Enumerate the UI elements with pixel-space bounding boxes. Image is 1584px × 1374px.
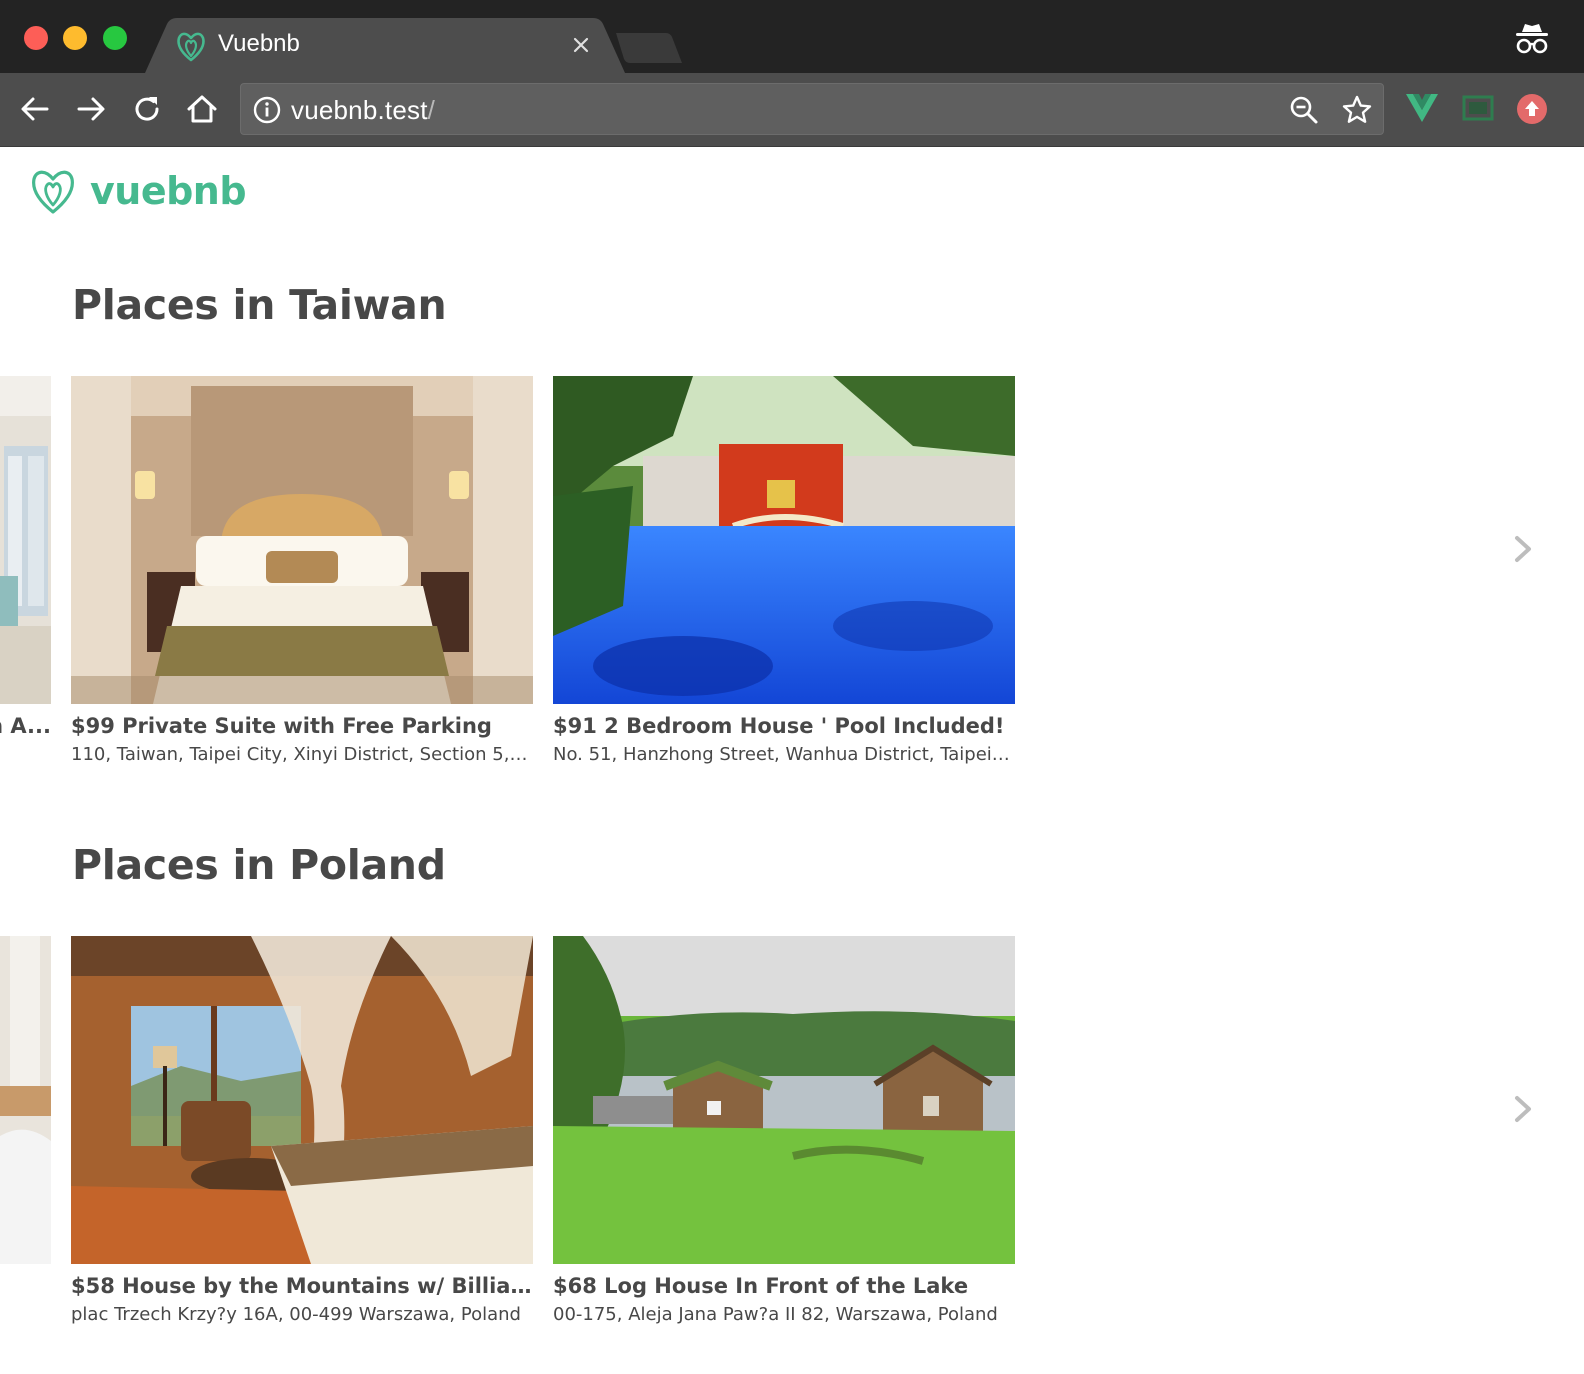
listing-thumbnail[interactable] — [0, 376, 51, 704]
info-icon[interactable] — [253, 96, 281, 124]
tab-shape — [145, 18, 625, 73]
vue-devtools-icon[interactable] — [1405, 92, 1439, 124]
maximize-window-button[interactable] — [103, 26, 127, 50]
listing-thumbnail[interactable] — [553, 376, 1015, 704]
upload-icon[interactable] — [1515, 92, 1549, 126]
screenshot-icon[interactable] — [1461, 92, 1495, 124]
browser-titlebar: Vuebnb — [0, 0, 1584, 73]
listing-thumbnail[interactable] — [71, 376, 533, 704]
listing-card[interactable]: $68 Log House In Front of the Lake 00-17… — [553, 936, 1015, 1325]
listing-card-peek[interactable]: h A... — [0, 376, 51, 776]
incognito-icon — [1516, 24, 1548, 54]
listing-title[interactable]: $99 Private Suite with Free Parking — [71, 714, 533, 738]
brand-name: vuebnb — [90, 169, 247, 213]
listing-card-peek[interactable] — [0, 936, 51, 1266]
close-window-button[interactable] — [24, 26, 48, 50]
listing-card[interactable]: $99 Private Suite with Free Parking 110,… — [71, 376, 533, 765]
page-content: vuebnb Places in Taiwan h A... — [0, 147, 1584, 1374]
new-tab-button[interactable] — [616, 33, 682, 63]
listing-card[interactable]: $91 2 Bedroom House ' Pool Included! No.… — [553, 376, 1015, 765]
close-icon[interactable] — [569, 33, 593, 57]
section-title-taiwan: Places in Taiwan — [72, 281, 447, 329]
listing-title[interactable]: $68 Log House In Front of the Lake — [553, 1274, 1015, 1298]
back-arrow-icon[interactable] — [17, 91, 53, 127]
zoom-icon[interactable] — [1289, 95, 1319, 125]
reload-icon[interactable] — [129, 91, 165, 127]
vuebnb-favicon-icon — [177, 32, 205, 62]
minimize-window-button[interactable] — [63, 26, 87, 50]
listing-thumbnail[interactable] — [0, 936, 51, 1264]
listing-address: No. 51, Hanzhong Street, Wanhua District… — [553, 744, 1015, 765]
address-bar[interactable]: vuebnb.test/ — [240, 83, 1384, 135]
carousel-next-chevron-icon[interactable] — [1509, 534, 1537, 564]
peek-title: h A... — [0, 714, 51, 738]
browser-tab-active[interactable]: Vuebnb — [145, 18, 625, 73]
listing-address: 110, Taiwan, Taipei City, Xinyi District… — [71, 744, 533, 765]
listing-thumbnail[interactable] — [71, 936, 533, 1264]
listing-address: plac Trzech Krzy?y 16A, 00-499 Warszawa,… — [71, 1304, 521, 1325]
home-icon[interactable] — [184, 91, 220, 127]
listing-address: 00-175, Aleja Jana Paw?a II 82, Warszawa… — [553, 1304, 998, 1325]
browser-toolbar: vuebnb.test/ — [0, 73, 1584, 147]
listing-thumbnail[interactable] — [553, 936, 1015, 1264]
url-path: / — [427, 95, 436, 125]
url-text[interactable]: vuebnb.test/ — [291, 95, 435, 126]
listing-card[interactable]: $58 House by the Mountains w/ Billiards!… — [71, 936, 533, 1325]
star-icon[interactable] — [1341, 94, 1373, 126]
listing-title[interactable]: $91 2 Bedroom House ' Pool Included! — [553, 714, 1015, 738]
listing-title[interactable]: $58 House by the Mountains w/ Billiards! — [71, 1274, 533, 1298]
vuebnb-logo-icon — [32, 170, 74, 214]
tab-title: Vuebnb — [218, 30, 300, 57]
forward-arrow-icon[interactable] — [73, 91, 109, 127]
site-logo[interactable]: vuebnb — [30, 167, 247, 215]
carousel-next-chevron-icon[interactable] — [1509, 1094, 1537, 1124]
url-host: vuebnb.test — [291, 95, 428, 125]
section-title-poland: Places in Poland — [72, 841, 446, 889]
